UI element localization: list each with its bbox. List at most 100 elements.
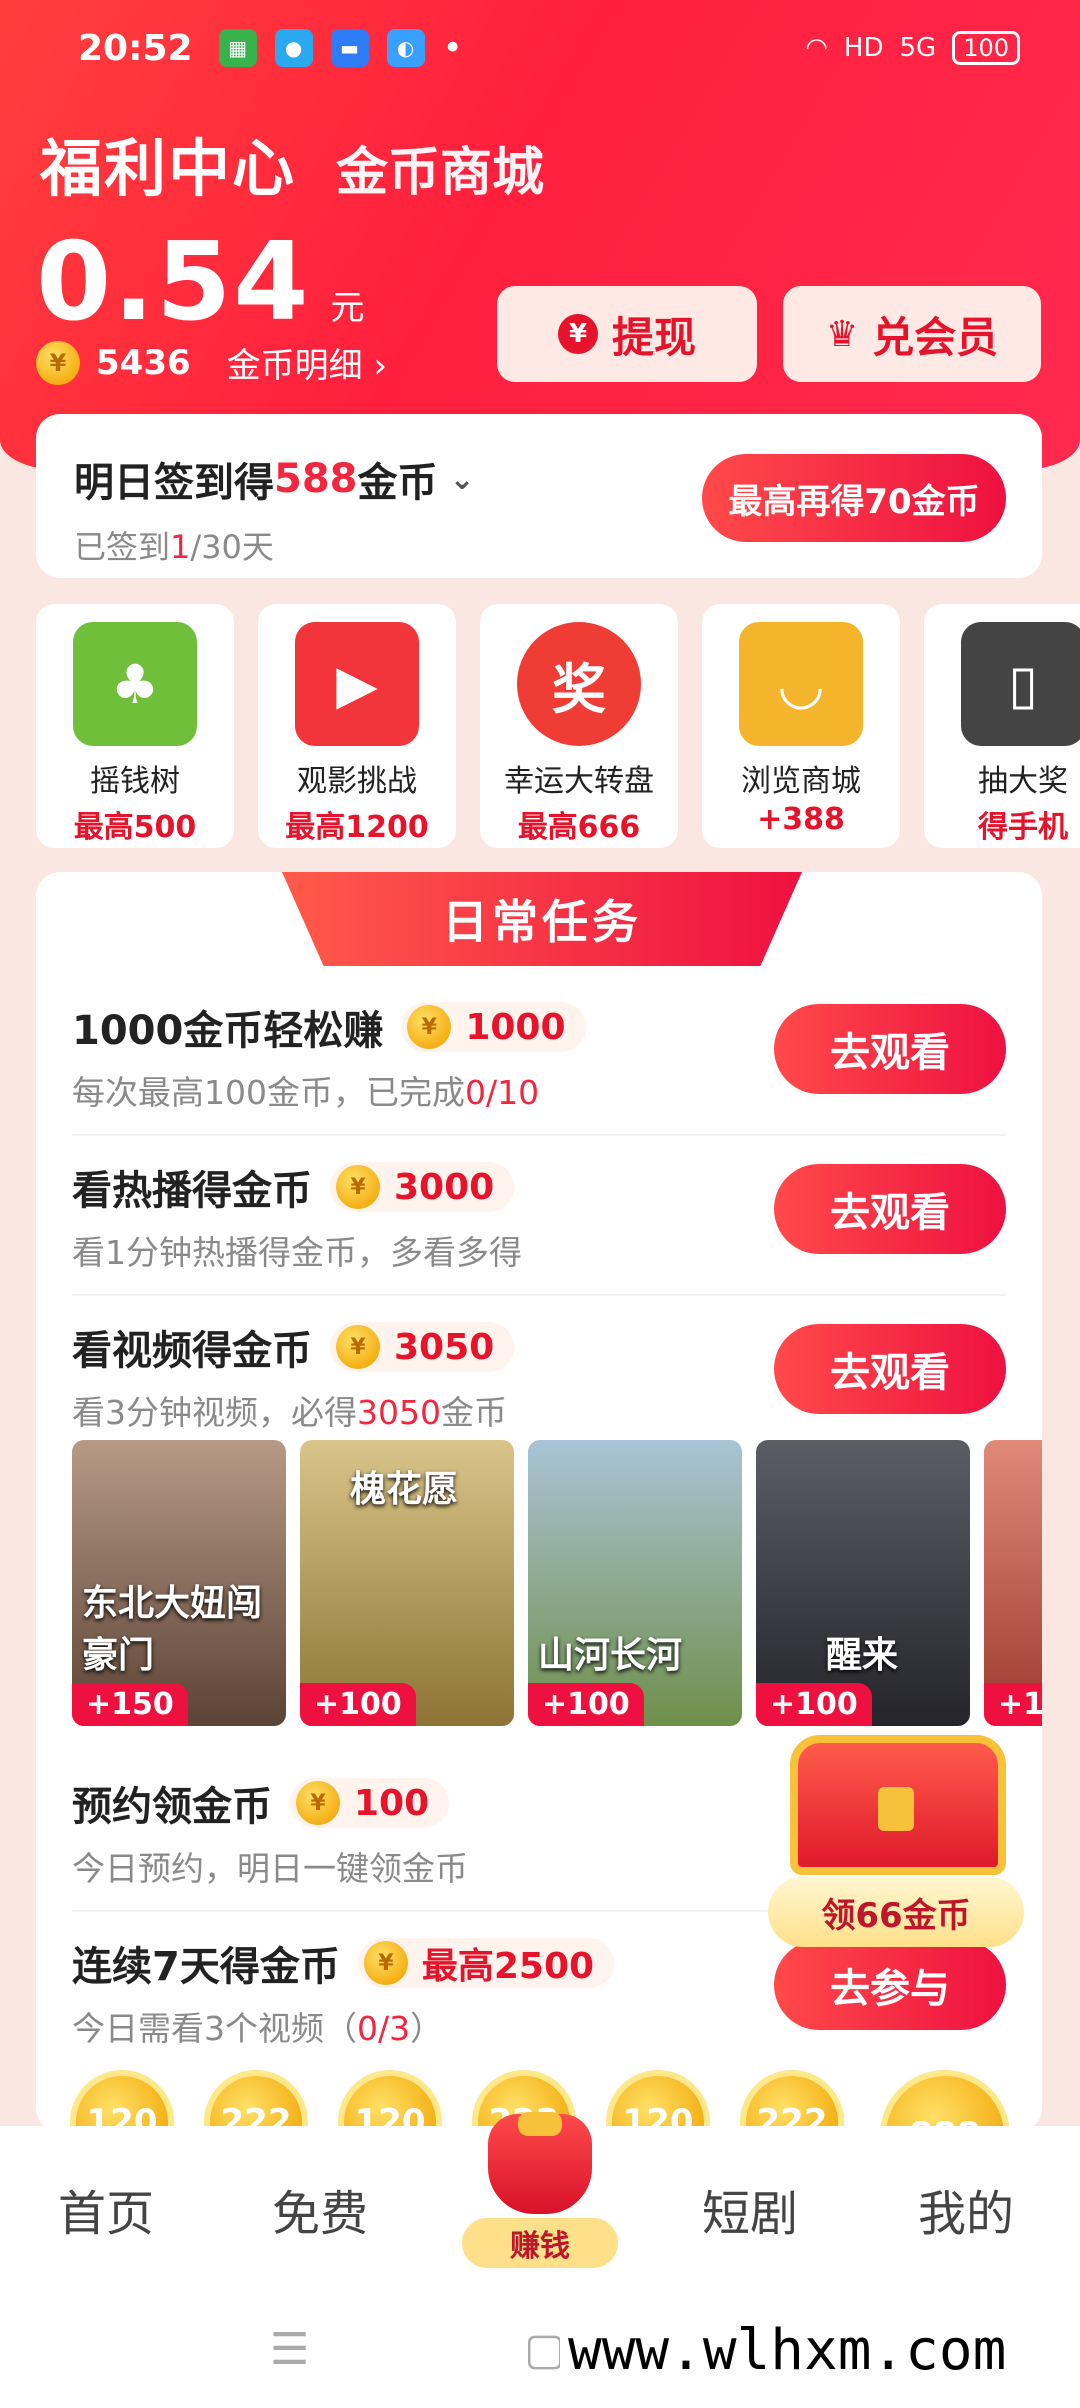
task-reward: ¥1000 xyxy=(401,1002,586,1052)
task-reward-amount: 1000 xyxy=(465,1006,566,1048)
shortcut-browse-mall[interactable]: ◡ 浏览商城 +388 xyxy=(702,604,900,848)
drama-poster[interactable]: 醒来 +100 xyxy=(756,1440,970,1726)
poster-coin-badge: +100 xyxy=(300,1683,416,1726)
task-title: 看热播得金币 xyxy=(72,1168,312,1214)
sign-bonus-button[interactable]: 最高再得70金币 xyxy=(702,454,1006,542)
nav-earn-label: 赚钱 xyxy=(462,2218,618,2268)
nav-drama[interactable]: 短剧 xyxy=(702,2174,798,2244)
poster-title: 醒来 xyxy=(826,1635,899,1676)
task-reward-amount: 3000 xyxy=(394,1166,495,1208)
coin-icon: ¥ xyxy=(36,340,80,385)
task-subtitle: 每次最高100金币，已完成 xyxy=(72,1073,465,1112)
shortcut-label: 摇钱树 xyxy=(90,764,180,799)
task-progress: 0/10 xyxy=(465,1073,540,1112)
app-notification-icon: ▦ xyxy=(218,29,257,67)
task-subtitle: 今日预约，明日一键领金币 xyxy=(72,1849,468,1888)
poster-title: 东北大妞闯豪门 xyxy=(82,1583,263,1676)
coin-icon: ¥ xyxy=(363,1941,408,1985)
signal-icon: 5G xyxy=(899,33,937,63)
task-progress: 0/3 xyxy=(357,2009,411,2048)
phone-icon: ▯ xyxy=(961,622,1080,746)
drama-poster[interactable]: 槐花愿 +100 xyxy=(300,1440,514,1726)
chevron-down-icon: ⌄ xyxy=(449,461,475,497)
battery-icon: 100 xyxy=(952,31,1020,65)
nav-earn[interactable]: 赚钱 xyxy=(454,2112,624,2284)
poster-title: 槐花愿 xyxy=(350,1469,459,1510)
sign-progress-total: /30天 xyxy=(190,528,274,566)
coin-icon: ¥ xyxy=(296,1781,340,1825)
drama-poster[interactable]: 东北大妞闯豪门 +150 xyxy=(72,1440,286,1726)
vip-label: 兑会员 xyxy=(872,312,999,362)
coin-detail-link[interactable]: 金币明细 › xyxy=(227,338,387,387)
sign-progress-done: 1 xyxy=(170,528,191,566)
poster-coin-badge: +10 xyxy=(984,1683,1042,1726)
withdraw-label: 提现 xyxy=(611,312,696,362)
balance-unit: 元 xyxy=(330,288,365,328)
task-reward-amount: 100 xyxy=(354,1782,430,1824)
sign-in-card: 明日签到得 588 金币 ⌄ 已签到1/30天 最高再得70金币 xyxy=(36,414,1042,578)
task-subtitle-suffix: 金币 xyxy=(440,1393,507,1432)
coin-mall-tab[interactable]: 金币商城 xyxy=(336,130,544,205)
chest-label: 领66金币 xyxy=(768,1877,1024,1947)
shortcut-bonus: +388 xyxy=(757,802,845,837)
nav-free[interactable]: 免费 xyxy=(272,2174,368,2244)
poster-coin-badge: +100 xyxy=(756,1683,872,1726)
task-reward-amount: 最高2500 xyxy=(421,1946,595,1987)
task-subtitle: 看1分钟热播得金币，多看多得 xyxy=(72,1233,522,1272)
poster-title: 山河长河 xyxy=(538,1635,683,1676)
coin-amount: 5436 xyxy=(96,342,191,383)
shortcut-money-tree[interactable]: ♣ 摇钱树 最高500 xyxy=(36,604,234,848)
watch-button[interactable]: 去观看 xyxy=(774,1324,1006,1414)
shortcut-bonus: 最高500 xyxy=(73,810,197,845)
redeem-vip-button[interactable]: ♛ 兑会员 xyxy=(783,286,1041,382)
shortcut-label: 浏览商城 xyxy=(741,764,861,799)
bottom-nav: 首页 免费 赚钱 短剧 我的 xyxy=(0,2112,1080,2288)
shortcut-label: 抽大奖 xyxy=(978,764,1068,799)
task-item: 1000金币轻松赚 ¥1000 每次最高100金币，已完成0/10 去观看 xyxy=(72,976,1006,1136)
menu-icon[interactable]: ☰ xyxy=(270,2324,309,2375)
qq-icon: ● xyxy=(274,29,313,67)
task-subtitle: 今日需看3个视频（ xyxy=(72,2009,357,2048)
chest-lock-icon xyxy=(878,1787,914,1831)
task-title: 预约领金币 xyxy=(72,1784,272,1830)
shortcut-lottery[interactable]: ▯ 抽大奖 得手机 xyxy=(924,604,1080,848)
sign-progress-prefix: 已签到 xyxy=(74,528,171,566)
poster-coin-badge: +100 xyxy=(528,1683,644,1726)
drama-poster[interactable]: +10 xyxy=(984,1440,1042,1726)
message-icon: ▬ xyxy=(330,29,369,67)
wifi-icon: ◠ xyxy=(805,33,828,63)
drama-poster-row: 东北大妞闯豪门 +150 槐花愿 +100 山河长河 +100 醒来 +100 … xyxy=(72,1440,1042,1728)
page-header: 福利中心 金币商城 xyxy=(40,118,544,208)
shortcut-row: ♣ 摇钱树 最高500 ▶ 观影挑战 最高1200 奖 幸运大转盘 最高666 … xyxy=(36,604,1080,848)
coin-icon: ¥ xyxy=(336,1165,380,1209)
nav-home[interactable]: 首页 xyxy=(58,2174,154,2244)
task-subtitle: 看3分钟视频，必得 xyxy=(72,1393,357,1432)
shortcut-movie-challenge[interactable]: ▶ 观影挑战 最高1200 xyxy=(258,604,456,848)
task-title: 看视频得金币 xyxy=(72,1328,312,1374)
nav-me[interactable]: 我的 xyxy=(918,2174,1014,2244)
crown-icon: ♛ xyxy=(825,313,859,355)
shortcut-bonus: 最高666 xyxy=(517,810,641,845)
withdraw-button[interactable]: ¥ 提现 xyxy=(497,286,757,382)
balance-amount: 0.54 xyxy=(36,220,311,345)
treasure-chest[interactable]: 领66金币 xyxy=(768,1735,1024,1955)
shortcut-bonus: 最高1200 xyxy=(285,810,429,845)
sign-title-amount: 588 xyxy=(274,456,358,502)
coin-balance-row: ¥ 5436 金币明细 › xyxy=(36,338,387,387)
hd-icon: HD xyxy=(843,33,884,63)
prize-wheel-icon: 奖 xyxy=(517,622,641,746)
task-reward: ¥3000 xyxy=(330,1162,515,1212)
watch-button[interactable]: 去观看 xyxy=(774,1004,1006,1094)
task-highlight: 3050 xyxy=(357,1393,441,1432)
shortcut-lucky-wheel[interactable]: 奖 幸运大转盘 最高666 xyxy=(480,604,678,848)
more-notifications-icon: • xyxy=(442,28,463,68)
watch-button[interactable]: 去观看 xyxy=(774,1164,1006,1254)
daily-tasks-title: 日常任务 xyxy=(282,872,802,966)
task-title: 连续7天得金币 xyxy=(72,1944,340,1990)
task-reward-amount: 3050 xyxy=(394,1326,495,1368)
drama-poster[interactable]: 山河长河 +100 xyxy=(528,1440,742,1726)
shop-icon: ◡ xyxy=(739,622,863,746)
task-item: 看热播得金币 ¥3000 看1分钟热播得金币，多看多得 去观看 xyxy=(72,1136,1006,1296)
status-bar: 20:52 ▦ ● ▬ ◐ • ◠ HD 5G 100 xyxy=(0,0,1080,96)
cash-balance: 0.54 元 xyxy=(36,220,364,345)
